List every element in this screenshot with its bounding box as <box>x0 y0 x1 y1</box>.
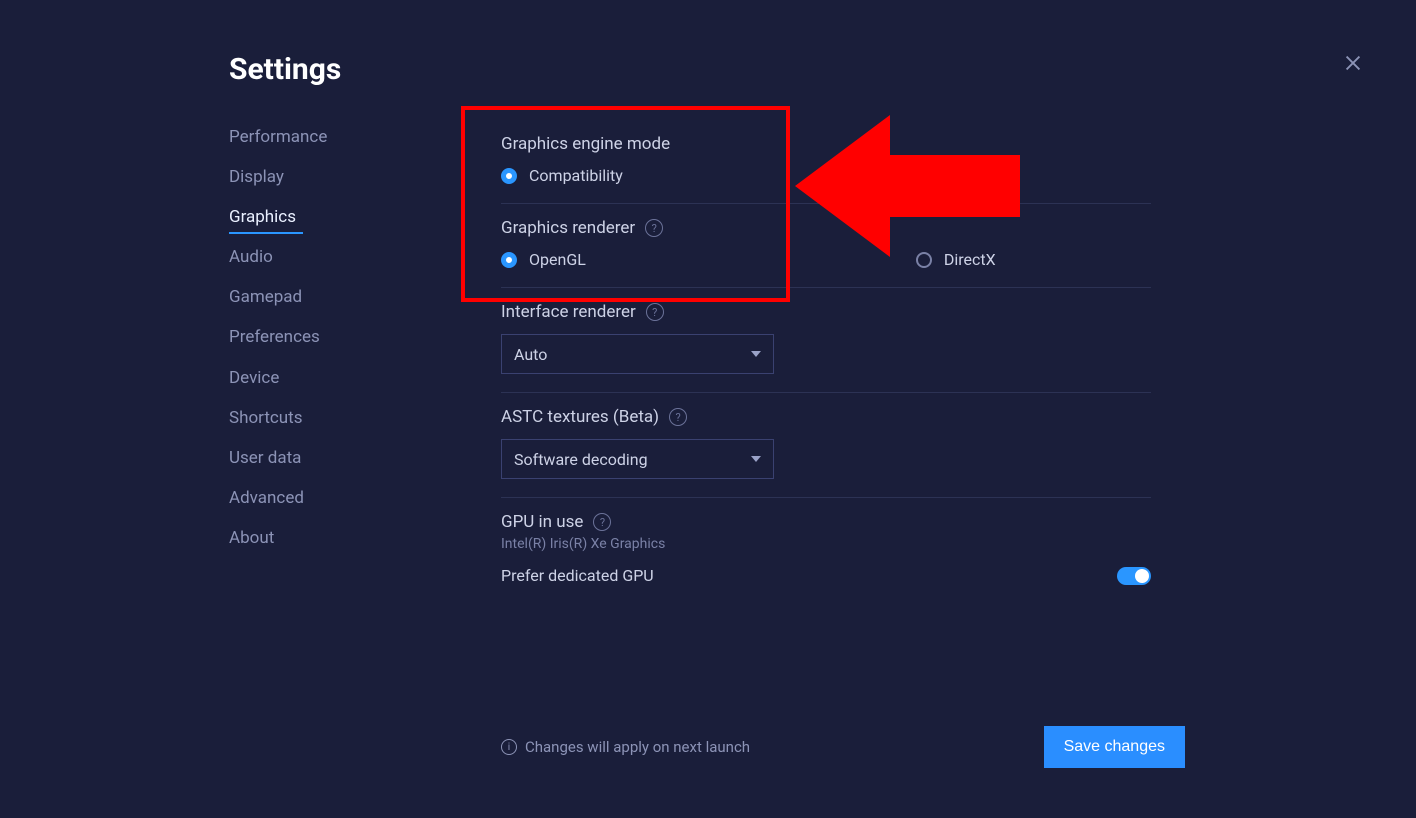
toggle-knob-icon <box>1135 569 1149 583</box>
sidebar-item-user-data[interactable]: User data <box>229 447 327 469</box>
astc-value: Software decoding <box>514 450 648 469</box>
prefer-gpu-label: Prefer dedicated GPU <box>501 566 654 585</box>
apply-note: i Changes will apply on next launch <box>501 738 750 756</box>
engine-mode-label: Graphics engine mode <box>501 134 670 154</box>
sidebar-item-display[interactable]: Display <box>229 166 327 188</box>
settings-content: Graphics engine mode Compatibility Graph… <box>501 120 1151 603</box>
close-button[interactable] <box>1338 48 1368 78</box>
group-graphics-renderer: Graphics renderer ? OpenGL DirectX <box>501 204 1151 288</box>
sidebar-item-gamepad[interactable]: Gamepad <box>229 286 327 308</box>
help-icon[interactable]: ? <box>646 303 664 321</box>
radio-compatibility[interactable]: Compatibility <box>501 166 623 185</box>
radio-opengl[interactable]: OpenGL <box>501 250 586 269</box>
group-astc: ASTC textures (Beta) ? Software decoding <box>501 393 1151 498</box>
close-icon <box>1342 52 1364 74</box>
footer: i Changes will apply on next launch Save… <box>501 726 1185 768</box>
radio-directx[interactable]: DirectX <box>916 250 996 269</box>
renderer-label: Graphics renderer <box>501 218 635 238</box>
gpu-label: GPU in use <box>501 512 583 532</box>
help-icon[interactable]: ? <box>645 219 663 237</box>
radio-directx-label: DirectX <box>944 250 996 269</box>
apply-note-text: Changes will apply on next launch <box>525 738 750 756</box>
save-changes-button[interactable]: Save changes <box>1044 726 1185 768</box>
sidebar-item-advanced[interactable]: Advanced <box>229 487 327 509</box>
radio-compatibility-label: Compatibility <box>529 166 623 185</box>
interface-renderer-label: Interface renderer <box>501 302 636 322</box>
group-gpu: GPU in use ? Intel(R) Iris(R) Xe Graphic… <box>501 498 1151 603</box>
radio-off-icon <box>916 252 932 268</box>
sidebar-item-about[interactable]: About <box>229 527 327 549</box>
interface-renderer-value: Auto <box>514 345 547 364</box>
sidebar-item-shortcuts[interactable]: Shortcuts <box>229 407 327 429</box>
sidebar-item-device[interactable]: Device <box>229 367 327 389</box>
sidebar-item-audio[interactable]: Audio <box>229 246 327 268</box>
sidebar-item-graphics[interactable]: Graphics <box>229 206 327 228</box>
settings-sidebar: Performance Display Graphics Audio Gamep… <box>229 126 327 549</box>
astc-label: ASTC textures (Beta) <box>501 407 659 427</box>
sidebar-item-performance[interactable]: Performance <box>229 126 327 148</box>
chevron-down-icon <box>751 351 761 357</box>
radio-on-icon <box>501 252 517 268</box>
help-icon[interactable]: ? <box>593 513 611 531</box>
help-icon[interactable]: ? <box>669 408 687 426</box>
group-engine-mode: Graphics engine mode Compatibility <box>501 120 1151 204</box>
page-title: Settings <box>229 52 341 87</box>
astc-select[interactable]: Software decoding <box>501 439 774 479</box>
chevron-down-icon <box>751 456 761 462</box>
group-interface-renderer: Interface renderer ? Auto <box>501 288 1151 393</box>
sidebar-item-preferences[interactable]: Preferences <box>229 326 327 348</box>
radio-opengl-label: OpenGL <box>529 250 586 269</box>
gpu-value: Intel(R) Iris(R) Xe Graphics <box>501 536 1151 552</box>
info-icon: i <box>501 739 517 755</box>
radio-on-icon <box>501 168 517 184</box>
interface-renderer-select[interactable]: Auto <box>501 334 774 374</box>
prefer-gpu-toggle[interactable] <box>1117 567 1151 585</box>
